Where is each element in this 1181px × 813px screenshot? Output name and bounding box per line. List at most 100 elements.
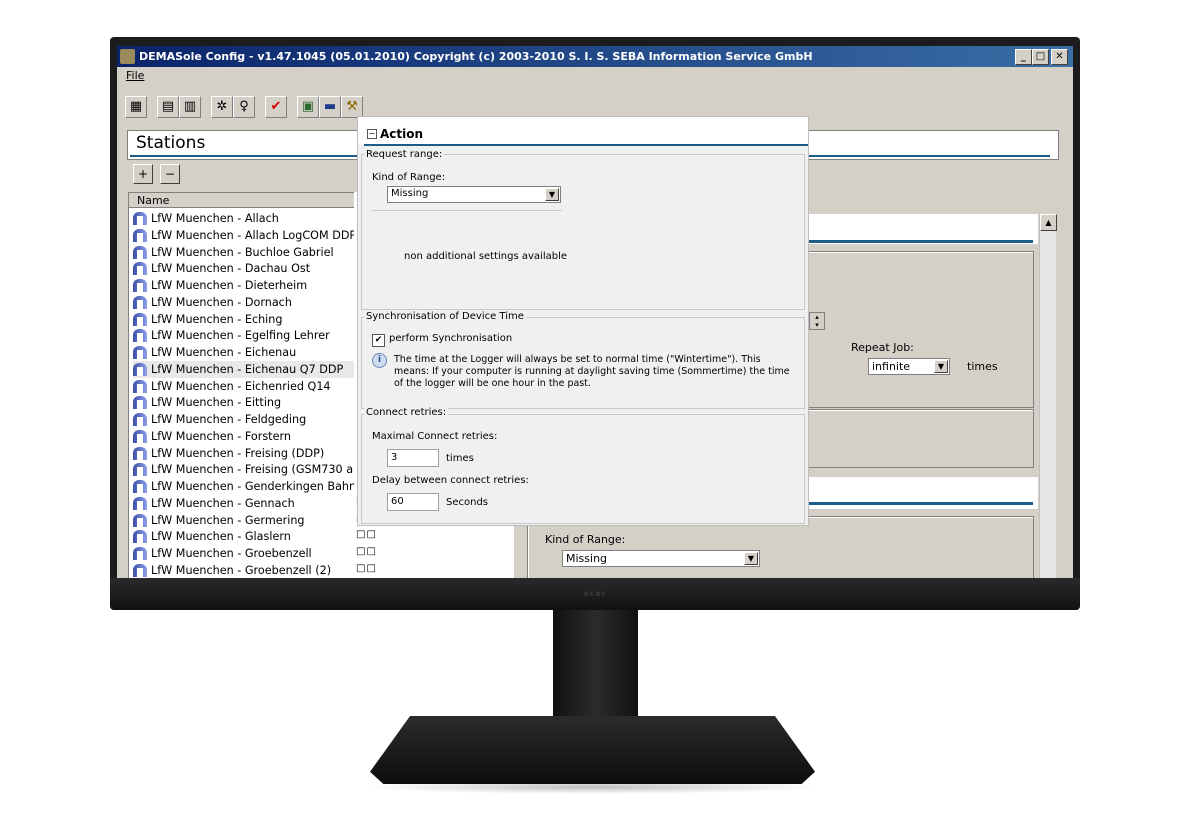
row-mark: □□ (356, 529, 377, 541)
station-row[interactable]: LfW Muenchen - Forstern (133, 428, 355, 445)
station-row[interactable]: LfW Muenchen - Eching (133, 311, 355, 328)
screen: DEMASole Config - v1.47.1045 (05.01.2010… (117, 46, 1073, 578)
station-row[interactable]: LfW Muenchen - Eichenau Q7 DDP (133, 360, 355, 378)
details-scrollbar[interactable]: ▲ (1039, 214, 1057, 578)
station-name: LfW Muenchen - Dieterheim (151, 279, 308, 292)
station-name: LfW Muenchen - Allach (151, 212, 279, 225)
station-row[interactable]: LfW Muenchen - Buchloe Gabriel (133, 244, 355, 261)
action-panel: − Action Request range: Kind of Range: M… (357, 116, 809, 526)
station-icon (133, 279, 147, 292)
request-range-title: Request range: (364, 149, 445, 160)
station-name: LfW Muenchen - Eichenau (151, 346, 297, 359)
tools-icon[interactable]: ⚒ (341, 96, 363, 118)
folder-icon[interactable]: ▣ (297, 96, 319, 118)
max-retries-label: Maximal Connect retries: (372, 431, 498, 442)
station-row[interactable]: LfW Muenchen - Allach (133, 210, 355, 227)
no-settings-note: non additional settings available (404, 251, 568, 262)
monitor-logo: acer (583, 589, 607, 598)
station-row[interactable]: LfW Muenchen - Dachau Ost (133, 260, 355, 277)
action-header: − Action (358, 117, 808, 146)
scroll-up-icon[interactable]: ▲ (1040, 214, 1057, 231)
station-row[interactable]: LfW Muenchen - Groebenzell (133, 545, 355, 562)
sync-checkbox-label[interactable]: perform Synchronisation (389, 333, 512, 344)
station-icon (133, 379, 147, 393)
station-name: LfW Muenchen - Feldgeding (151, 413, 307, 426)
chevron-down-icon[interactable]: ▼ (545, 188, 559, 201)
station-icon (133, 530, 147, 544)
page-title: Stations (136, 133, 206, 153)
station-name: LfW Muenchen - Germering (151, 513, 305, 527)
station-name: LfW Muenchen - Genderkingen Bahnhof (151, 480, 374, 493)
station-row[interactable]: LfW Muenchen - Genderkingen Bahnhof (133, 478, 374, 495)
station-icon (133, 245, 147, 259)
station-icon (133, 362, 147, 376)
station-row[interactable]: LfW Muenchen - Freising (GSM730 alt) (133, 461, 365, 478)
bg-kind-of-range-value: Missing (566, 552, 608, 565)
info-bulb-icon[interactable]: ♀ (233, 96, 255, 118)
station-row[interactable]: LfW Muenchen - Groebenzell (2) (133, 562, 355, 578)
station-icon (133, 496, 147, 510)
station-row[interactable]: LfW Muenchen - Dornach (133, 294, 355, 311)
station-name: LfW Muenchen - Glaslern (151, 530, 291, 544)
monitor-stand-neck (553, 610, 638, 722)
station-icon (133, 547, 147, 560)
station-row[interactable]: LfW Muenchen - Gennach (133, 495, 355, 512)
station-row[interactable]: LfW Muenchen - Allach LogCOM DDP (133, 227, 357, 244)
copy-station-icon[interactable]: ▤ (157, 96, 179, 118)
station-row[interactable]: LfW Muenchen - Feldgeding (133, 411, 355, 428)
chevron-down-icon[interactable]: ▼ (744, 552, 758, 565)
station-icon (133, 429, 147, 443)
close-button[interactable]: ✕ (1051, 49, 1068, 65)
station-name: LfW Muenchen - Eitting (151, 396, 282, 410)
station-row[interactable]: LfW Muenchen - Eitting (133, 394, 355, 411)
settings-gear-icon[interactable]: ✲ (211, 96, 233, 118)
station-icon (133, 295, 147, 309)
chevron-down-icon[interactable]: ▼ (934, 360, 948, 373)
station-name: LfW Muenchen - Allach LogCOM DDP (151, 228, 357, 242)
kind-of-range-value: Missing (391, 188, 429, 199)
row-mark: □□ (356, 546, 377, 557)
station-icon (133, 480, 147, 493)
kind-of-range-select[interactable]: Missing ▼ (387, 186, 561, 203)
station-name: LfW Muenchen - Egelfing Lehrer (151, 329, 330, 343)
add-station-button[interactable]: + (133, 164, 153, 184)
info-icon: i (372, 353, 387, 368)
minimize-button[interactable]: _ (1015, 49, 1032, 65)
menu-file[interactable]: File (126, 69, 144, 82)
interval-spinner[interactable]: ▴ ▾ (809, 312, 825, 330)
divider (372, 210, 562, 211)
station-icon (133, 513, 147, 527)
station-name: LfW Muenchen - Eichenau Q7 DDP (151, 362, 344, 376)
menubar: File (117, 67, 1073, 85)
computer-icon[interactable]: ▬ (319, 96, 341, 118)
station-name: LfW Muenchen - Freising (DDP) (151, 446, 325, 460)
station-row[interactable]: LfW Muenchen - Dieterheim (133, 277, 355, 294)
bg-kind-of-range-select[interactable]: Missing ▼ (562, 550, 760, 567)
station-row[interactable]: LfW Muenchen - Eichenried Q14 (133, 378, 355, 395)
action-title: Action (380, 127, 424, 141)
collapse-icon[interactable]: − (367, 129, 377, 139)
repeat-times-label: times (967, 360, 998, 373)
station-row[interactable]: LfW Muenchen - Egelfing Lehrer (133, 327, 355, 344)
kind-of-range-label: Kind of Range: (372, 172, 446, 183)
repeat-job-select[interactable]: infinite ▼ (868, 358, 950, 375)
new-station-icon[interactable]: ▦ (125, 96, 147, 118)
maximize-button[interactable]: □ (1032, 49, 1049, 65)
action-underline (364, 144, 808, 146)
station-row[interactable]: LfW Muenchen - Glaslern (133, 528, 355, 545)
max-retries-input[interactable]: 3 (387, 449, 439, 467)
connect-retries-title: Connect retries: (364, 407, 449, 418)
import-icon[interactable]: ▥ (179, 96, 201, 118)
column-header-name[interactable]: Name (129, 193, 355, 208)
delay-input[interactable]: 60 (387, 493, 439, 511)
sync-checkbox[interactable]: ✔ (372, 334, 385, 347)
station-name: LfW Muenchen - Freising (GSM730 alt) (151, 463, 365, 477)
station-icon (133, 312, 147, 326)
station-row[interactable]: LfW Muenchen - Eichenau (133, 344, 355, 361)
repeat-job-value: infinite (872, 360, 911, 373)
station-row[interactable]: LfW Muenchen - Freising (DDP) (133, 445, 355, 462)
repeat-job-label: Repeat Job: (851, 341, 914, 354)
station-row[interactable]: LfW Muenchen - Germering (133, 512, 355, 529)
remove-station-button[interactable]: − (160, 164, 180, 184)
check-icon[interactable]: ✔ (265, 96, 287, 118)
